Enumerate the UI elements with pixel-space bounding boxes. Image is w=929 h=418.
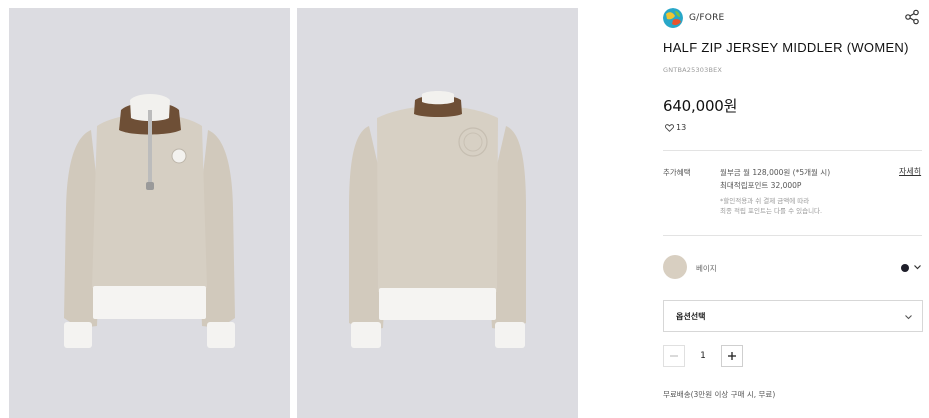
quantity-decrease-button[interactable]	[663, 345, 685, 367]
benefit-note-line1: *할인적용과 쉬 결제 금액에 따라	[720, 197, 810, 205]
like-count: 13	[676, 123, 687, 132]
product-price: 640,000원	[663, 97, 738, 115]
like-button[interactable]: 13	[665, 123, 686, 132]
benefit-label: 추가혜택	[663, 168, 691, 177]
chevron-down-icon[interactable]	[913, 263, 922, 271]
heart-icon	[665, 123, 674, 132]
product-image-front[interactable]	[9, 8, 290, 418]
benefit-note-line2: 최종 적립 포인트는 다를 수 있습니다.	[720, 207, 823, 215]
product-title: HALF ZIP JERSEY MIDDLER (WOMEN)	[663, 40, 909, 55]
sweater-back-illustration	[349, 91, 526, 348]
minus-icon	[670, 355, 678, 357]
shipping-info: 무료배송(3만원 이상 구매 시, 무료)	[663, 390, 776, 399]
benefit-detail-link[interactable]: 자세히	[899, 166, 921, 177]
sweater-front-illustration	[64, 94, 235, 348]
color-swatch-dark[interactable]	[901, 264, 909, 272]
quantity-value[interactable]: 1	[687, 345, 719, 367]
brand-logo-icon[interactable]	[663, 8, 683, 28]
chevron-down-icon	[905, 315, 912, 320]
share-icon[interactable]	[904, 9, 920, 25]
brand-name[interactable]: G/FORE	[689, 13, 724, 23]
plus-icon	[728, 352, 736, 360]
selected-color-name: 베이지	[696, 264, 717, 273]
max-points-info: 최대적립포인트 32,000P	[720, 181, 802, 190]
installment-info: 월부금 월 128,000원 (*5개월 시)	[720, 168, 831, 177]
option-select-label: 옵션선택	[676, 312, 706, 321]
product-code: GNTBA25303BEX	[663, 66, 723, 74]
product-info-panel: G/FORE HALF ZIP JERSEY MIDDLER (WOMEN) G…	[663, 0, 923, 418]
product-image-back[interactable]	[297, 8, 578, 418]
option-select-dropdown[interactable]: 옵션선택	[663, 300, 923, 332]
divider	[663, 235, 922, 236]
color-swatch-selected[interactable]	[663, 255, 687, 279]
divider	[663, 150, 922, 151]
brand-row[interactable]: G/FORE	[663, 8, 724, 28]
quantity-increase-button[interactable]	[721, 345, 743, 367]
